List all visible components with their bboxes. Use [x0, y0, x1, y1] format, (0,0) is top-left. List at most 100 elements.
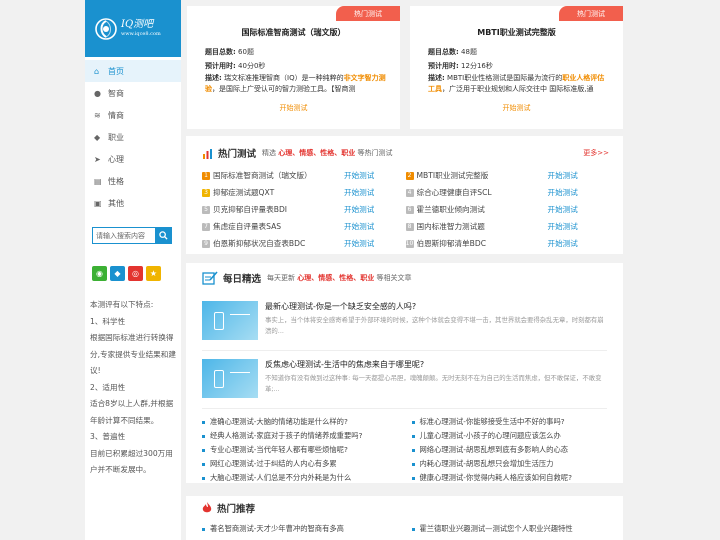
- feature-line: 适合8岁以上人群,并根据年龄计算不同结果。: [90, 399, 174, 425]
- article-desc: 事实上，当个体将安全感寄希望于外部环境的时候，这种个体就会变得不堪一击，其世界就…: [265, 316, 604, 335]
- site-logo[interactable]: IQ测吧 www.iqce8.com: [85, 0, 181, 57]
- feature-line: 目前已积累超过300万用户并不断发展中。: [90, 448, 173, 475]
- nav-label: 智商: [108, 88, 124, 98]
- section-title: 热门测试: [218, 149, 257, 160]
- nav-item-eq[interactable]: ≋ 情商: [85, 104, 181, 126]
- article-link[interactable]: 标准心理测试-你能够接受生活中不好的事吗?: [411, 415, 608, 429]
- article-link[interactable]: 经典人格测试-家庭对于孩子的情绪养成重要吗?: [202, 429, 398, 443]
- test-desc: 描述: 瑞文标准推理智商（IQ）是一种纯粹的非文字智力测验，是国际上广受认可的智…: [205, 74, 386, 93]
- rank-badge: 10: [405, 239, 414, 248]
- search-icon: [159, 231, 168, 240]
- hot-badge: 热门测试: [559, 6, 623, 21]
- feature-line: 2、适用性: [90, 382, 126, 392]
- nav-item-career[interactable]: ◆ 职业: [85, 126, 181, 148]
- rss-icon: ≋: [94, 110, 101, 120]
- article-link[interactable]: 准确心理测试-大脑的情绪功能是什么样的?: [202, 415, 398, 429]
- nav-item-iq[interactable]: ● 智商: [85, 82, 181, 104]
- start-test-link[interactable]: 开始测试: [548, 187, 578, 198]
- start-test-link[interactable]: 开始测试: [344, 204, 374, 215]
- nav-item-home[interactable]: ⌂ 首页: [85, 60, 181, 82]
- hot-badge: 热门测试: [336, 6, 400, 21]
- hot-test-item: 4 综合心理健康自评SCL 开始测试: [405, 184, 608, 201]
- test-name[interactable]: 霍兰德职业倾向测试: [417, 204, 548, 215]
- hot-test-item: 10 伯恩斯抑郁清单BDC 开始测试: [405, 235, 608, 252]
- image-icon: ▣: [94, 198, 102, 208]
- search-button[interactable]: [155, 227, 172, 244]
- start-test-link[interactable]: 开始测试: [344, 170, 374, 181]
- test-name[interactable]: 焦虑症自评量表SAS: [213, 221, 344, 232]
- test-name[interactable]: MBTI职业测试完整版: [417, 170, 548, 181]
- nav-label: 其他: [108, 198, 124, 208]
- test-name[interactable]: 伯恩斯抑郁清单BDC: [417, 238, 548, 249]
- rank-badge: 4: [405, 188, 414, 197]
- nav-item-psychology[interactable]: ➤ 心理: [85, 148, 181, 170]
- sidebar: IQ测吧 www.iqce8.com ⌂ 首页 ● 智商 ≋ 情商 ◆ 职业 ➤ 心理 ▤…: [85, 0, 181, 540]
- home-icon: ⌂: [94, 66, 100, 76]
- start-test-link[interactable]: 开始测试: [548, 170, 578, 181]
- hot-test-item: 3 抑郁症测试题QXT 开始测试: [202, 184, 405, 201]
- test-time: 预计用时: 12分16秒: [428, 62, 493, 70]
- test-name[interactable]: 国际标准智商测试（瑞文版）: [213, 170, 344, 181]
- start-test-link[interactable]: 开始测试: [548, 204, 578, 215]
- article-link[interactable]: 网红心理测试-过于纠结的人内心有多累: [202, 457, 398, 471]
- wechat-icon[interactable]: ◉: [92, 266, 107, 281]
- nav-item-personality[interactable]: ▤ 性格: [85, 170, 181, 192]
- test-name[interactable]: 贝克抑郁自评量表BDI: [213, 204, 344, 215]
- features-text: 本测评有以下特点: 1、科学性 根据国际标准进行转换得分,专家提供专业结果和建议…: [90, 297, 178, 479]
- article-links: 准确心理测试-大脑的情绪功能是什么样的? 标准心理测试-你能够接受生活中不好的事…: [186, 409, 623, 485]
- article-item[interactable]: 反焦虑心理测试-生活中的焦虑来自于哪里呢? 不知道你有没有做到过这种事: 每一天…: [202, 351, 607, 409]
- start-test-link[interactable]: 开始测试: [344, 238, 374, 249]
- start-test-link[interactable]: 开始测试: [344, 187, 374, 198]
- article-link[interactable]: 专业心理测试-当代年轻人都有哪些烦恼呢?: [202, 443, 398, 457]
- hot-test-item: 7 焦虑症自评量表SAS 开始测试: [202, 218, 405, 235]
- article-title[interactable]: 最新心理测试-你是一个缺乏安全感的人吗?: [265, 301, 607, 312]
- qq-icon[interactable]: ◆: [110, 266, 125, 281]
- article-title[interactable]: 反焦虑心理测试-生活中的焦虑来自于哪里呢?: [265, 359, 607, 370]
- recommend-link[interactable]: 著名智商测试-天才少年曹冲的智商有多高: [202, 522, 398, 536]
- test-name[interactable]: 综合心理健康自评SCL: [417, 187, 548, 198]
- section-subtitle: 每天更新 心理、情感、性格、职业 等相关文章: [267, 274, 412, 282]
- main-nav: ⌂ 首页 ● 智商 ≋ 情商 ◆ 职业 ➤ 心理 ▤ 性格 ▣ 其他: [85, 60, 181, 214]
- article-link[interactable]: 儿童心理测试-小孩子的心理问题应该怎么办: [411, 429, 608, 443]
- test-card-title[interactable]: MBTI职业测试完整版: [410, 27, 623, 38]
- article-link[interactable]: 健康心理测试-你觉得内耗人格应该如何自救呢?: [411, 471, 608, 485]
- article-thumbnail[interactable]: [202, 301, 258, 340]
- article-link[interactable]: 内耗心理测试-胡思乱想只会增加生活压力: [411, 457, 608, 471]
- more-link[interactable]: 更多>>: [583, 148, 609, 158]
- article-desc: 不知道你有没有做到过这种事: 每一天都提心吊胆，魂魄颠颠。无时无刻不在为自己的生…: [265, 374, 602, 393]
- test-name[interactable]: 伯恩斯抑郁状况自查表BDC: [213, 238, 344, 249]
- weibo-icon[interactable]: ◎: [128, 266, 143, 281]
- nav-label: 性格: [108, 176, 124, 186]
- nav-item-other[interactable]: ▣ 其他: [85, 192, 181, 214]
- recommend-link[interactable]: 霍兰德职业兴趣测试—测试您个人职业兴趣特性: [411, 522, 608, 536]
- tag-icon: ◆: [94, 132, 101, 142]
- start-test-link[interactable]: 开始测试: [187, 103, 400, 113]
- test-card-title[interactable]: 国际标准智商测试（瑞文版）: [187, 27, 400, 38]
- qzone-icon[interactable]: ★: [146, 266, 161, 281]
- start-test-link[interactable]: 开始测试: [548, 221, 578, 232]
- rank-badge: 2: [405, 171, 414, 180]
- rank-badge: 3: [202, 188, 210, 197]
- article-item[interactable]: 最新心理测试-你是一个缺乏安全感的人吗? 事实上，当个体将安全感寄希望于外部环境…: [202, 293, 607, 351]
- search-input[interactable]: [92, 227, 155, 244]
- article-link[interactable]: 大脑心理测试-人们总是不分内外耗是为什么: [202, 471, 398, 485]
- hot-tests-panel: 热门测试 精选 心理、情感、性格、职业 等热门测试 更多>> 1 国际标准智商测试…: [186, 136, 623, 254]
- hot-test-item: 8 国内标准智力测试题 开始测试: [405, 218, 608, 235]
- start-test-link[interactable]: 开始测试: [410, 103, 623, 113]
- test-name[interactable]: 国内标准智力测试题: [417, 221, 548, 232]
- test-name[interactable]: 抑郁症测试题QXT: [213, 187, 344, 198]
- hot-test-item: 5 贝克抑郁自评量表BDI 开始测试: [202, 201, 405, 218]
- recommend-panel: 热门推荐 著名智商测试-天才少年曹冲的智商有多高 霍兰德职业兴趣测试—测试您个人…: [186, 496, 623, 540]
- article-link[interactable]: 网络心理测试-胡思乱想到底有多影响人的心态: [411, 443, 608, 457]
- start-test-link[interactable]: 开始测试: [548, 238, 578, 249]
- start-test-link[interactable]: 开始测试: [344, 221, 374, 232]
- hot-tests-list: 1 国际标准智商测试（瑞文版） 开始测试 2 MBTI职业测试完整版 开始测试 3 抑郁症…: [186, 167, 623, 252]
- logo-name: IQ测吧: [121, 19, 154, 30]
- section-title: 每日精选: [223, 274, 262, 285]
- test-card: 热门测试 MBTI职业测试完整版 题目总数: 48题 预计用时: 12分16秒 …: [410, 6, 623, 129]
- flame-icon: [202, 502, 212, 513]
- bar-chart-icon: [203, 148, 212, 159]
- article-thumbnail[interactable]: [202, 359, 258, 398]
- section-subtitle: 精选 心理、情感、性格、职业 等热门测试: [262, 149, 393, 157]
- rank-badge: 6: [405, 205, 414, 214]
